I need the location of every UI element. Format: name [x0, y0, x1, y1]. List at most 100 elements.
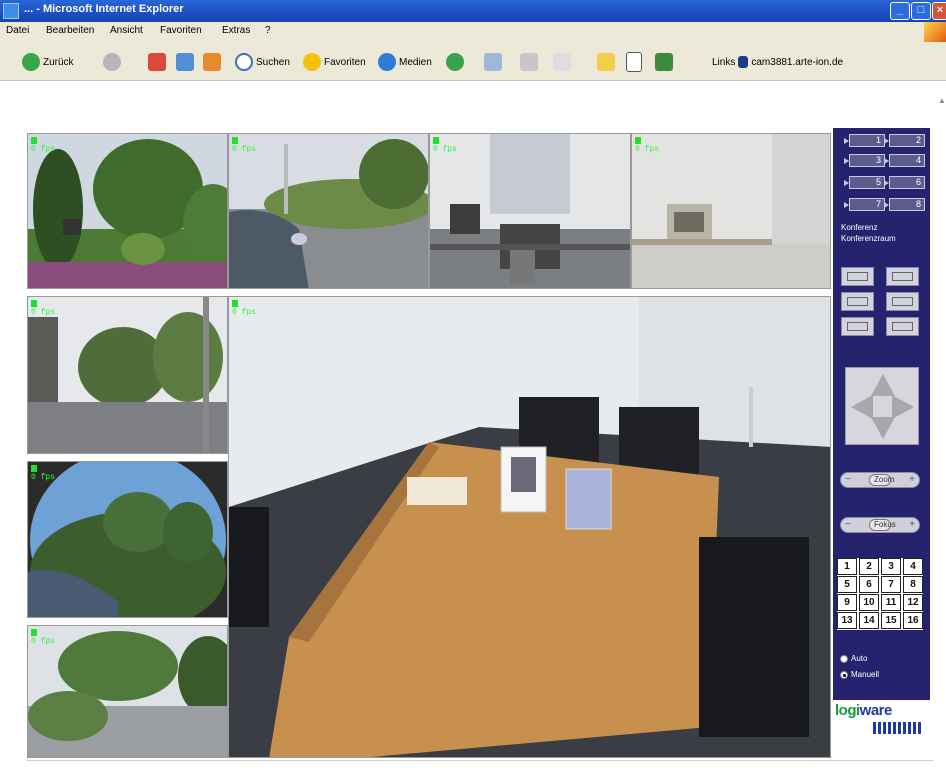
star-icon — [303, 53, 321, 71]
ptz-up-icon[interactable] — [871, 374, 895, 396]
radio-option-auto[interactable]: Auto — [840, 654, 867, 663]
printer-icon — [520, 53, 538, 71]
close-button[interactable]: × — [932, 2, 946, 20]
focus-plus-icon[interactable]: + — [909, 519, 915, 530]
camera-tile-2[interactable]: 0 fps — [228, 133, 429, 289]
camera-image-road — [28, 297, 227, 453]
camera-tile-6[interactable]: 0 fps — [27, 461, 228, 618]
links-area[interactable]: Links cam3881.arte-ion.de — [712, 53, 843, 71]
camera-tile-4[interactable]: 0 fps — [631, 133, 831, 289]
recording-indicator — [433, 137, 439, 144]
camera-select-5[interactable]: 5 — [844, 176, 885, 189]
stop-button[interactable] — [148, 53, 166, 71]
minimize-button[interactable]: _ — [890, 2, 910, 20]
home-button[interactable] — [203, 53, 221, 71]
refresh-icon — [176, 53, 194, 71]
document-icon — [626, 52, 642, 72]
camera-number-5[interactable]: 5 — [837, 576, 857, 593]
camera-image-yard — [28, 626, 227, 757]
camera-select-7[interactable]: 7 — [844, 198, 885, 211]
favorites-button[interactable]: Favoriten — [303, 53, 366, 71]
zoom-slider[interactable]: − Zoom + — [840, 472, 920, 488]
camera-number-15[interactable]: 15 — [881, 612, 901, 629]
folder-button[interactable] — [597, 53, 615, 71]
menu-favoriten[interactable]: Favoriten — [160, 25, 202, 36]
search-button[interactable]: Suchen — [235, 53, 290, 71]
ptz-left-icon[interactable] — [851, 395, 873, 419]
camera-number-11[interactable]: 11 — [881, 594, 901, 611]
zoom-out-icon[interactable]: − — [845, 474, 851, 485]
layout-2x2-button[interactable] — [886, 267, 919, 286]
camera-number-12[interactable]: 12 — [903, 594, 923, 611]
recording-indicator — [31, 300, 37, 307]
camera-main-view[interactable]: 0 fps — [228, 296, 831, 758]
camera-number-7[interactable]: 7 — [881, 576, 901, 593]
camera-select-1[interactable]: 1 — [844, 134, 885, 147]
camera-tile-5[interactable]: 0 fps — [27, 296, 228, 454]
radio-option-manual[interactable]: Manuell — [840, 670, 879, 679]
layout-1x1-button[interactable] — [841, 267, 874, 286]
ie-icon — [3, 3, 19, 19]
links-label: Links — [712, 56, 736, 68]
address-link[interactable]: cam3881.arte-ion.de — [751, 57, 843, 68]
camera-tile-3[interactable]: 0 fps — [429, 133, 631, 289]
camera-image-street — [229, 134, 428, 288]
messenger-button[interactable] — [655, 53, 673, 71]
focus-minus-icon[interactable]: − — [845, 519, 851, 530]
history-button[interactable] — [446, 53, 464, 71]
camera-select-8[interactable]: 8 — [884, 198, 925, 211]
camera-select-3[interactable]: 3 — [844, 154, 885, 167]
camera-number-9[interactable]: 9 — [837, 594, 857, 611]
camera-select-4[interactable]: 4 — [884, 154, 925, 167]
layout-4x4-button[interactable] — [886, 292, 919, 311]
ptz-right-icon[interactable] — [892, 395, 914, 419]
camera-number-10[interactable]: 10 — [859, 594, 879, 611]
print-button[interactable] — [520, 53, 538, 71]
focus-slider[interactable]: − Fokus + — [840, 517, 920, 533]
camera-select-6[interactable]: 6 — [884, 176, 925, 189]
layout-3x3-button[interactable] — [841, 292, 874, 311]
history-icon — [446, 53, 464, 71]
media-button[interactable]: Medien — [378, 53, 432, 71]
page-bottom-divider — [27, 760, 933, 761]
menu-bearbeiten[interactable]: Bearbeiten — [46, 25, 94, 36]
radio-dot-selected[interactable] — [840, 670, 848, 679]
browser-toolbar: Zurück Suchen Favoriten Medien Links cam… — [0, 42, 946, 81]
camera-number-4[interactable]: 4 — [903, 558, 923, 575]
camera-image-office — [430, 134, 630, 288]
zoom-in-icon[interactable]: + — [909, 474, 915, 485]
fps-label: 0 fps — [232, 308, 257, 317]
layout-wide-button[interactable] — [841, 317, 874, 336]
forward-button[interactable] — [103, 53, 121, 71]
scrollbar-arrow-icon[interactable]: ▲ — [938, 96, 946, 105]
camera-number-8[interactable]: 8 — [903, 576, 923, 593]
menu-datei[interactable]: Datei — [6, 25, 29, 36]
camera-tile-7[interactable]: 0 fps — [27, 625, 228, 758]
camera-number-14[interactable]: 14 — [859, 612, 879, 629]
radio-label-manual: Manuell — [851, 670, 880, 679]
camera-number-16[interactable]: 16 — [903, 612, 923, 629]
camera-number-1[interactable]: 1 — [837, 558, 857, 575]
window-title: ... - Microsoft Internet Explorer — [24, 3, 184, 15]
ptz-control-pad[interactable] — [845, 367, 919, 445]
radio-dot[interactable] — [840, 654, 848, 663]
refresh-button[interactable] — [176, 53, 194, 71]
camera-number-6[interactable]: 6 — [859, 576, 879, 593]
layout-custom-button[interactable] — [886, 317, 919, 336]
folder-icon — [597, 53, 615, 71]
fps-label: 0 fps — [433, 145, 458, 154]
camera-select-2[interactable]: 2 — [884, 134, 925, 147]
discuss-button[interactable] — [626, 52, 642, 72]
back-button[interactable]: Zurück — [22, 53, 74, 71]
edit-button[interactable] — [553, 53, 571, 71]
maximize-button[interactable]: □ — [911, 2, 931, 20]
camera-number-3[interactable]: 3 — [881, 558, 901, 575]
menu-ansicht[interactable]: Ansicht — [110, 25, 143, 36]
camera-tile-1[interactable]: 0 fps — [27, 133, 228, 289]
ptz-down-icon[interactable] — [871, 417, 895, 439]
camera-number-13[interactable]: 13 — [837, 612, 857, 629]
camera-number-2[interactable]: 2 — [859, 558, 879, 575]
menu-help[interactable]: ? — [265, 25, 271, 36]
mail-button[interactable] — [484, 53, 502, 71]
menu-extras[interactable]: Extras — [222, 25, 250, 36]
